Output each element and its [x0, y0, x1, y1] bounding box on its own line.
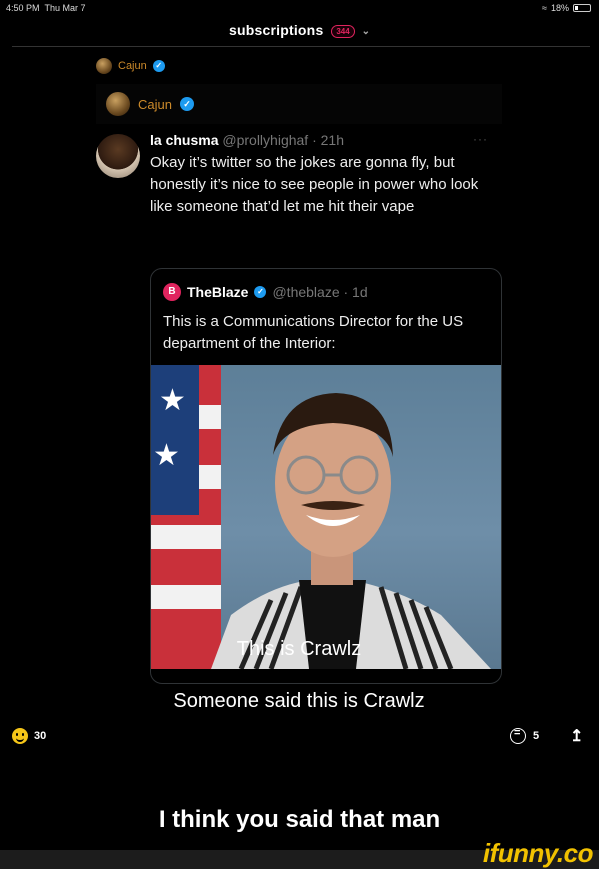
chevron-down-icon[interactable]: ⌄: [362, 26, 370, 37]
action-bar: 30 5 ↥: [0, 726, 599, 750]
tweet-handle: @prollyhighaf · 21h: [222, 132, 344, 148]
smile-icon[interactable]: [12, 728, 28, 744]
theblaze-logo-icon: B: [163, 283, 181, 301]
share-icon[interactable]: ↥: [570, 726, 583, 746]
embedded-author: Cajun ✓: [96, 84, 502, 124]
verified-icon: ✓: [254, 286, 267, 298]
caption-line-2: Someone said this is Crawlz: [173, 690, 425, 712]
quote-handle: @theblaze · 1d: [272, 284, 368, 300]
status-time: 4:50 PM Thu Mar 7: [6, 3, 86, 13]
svg-text:★: ★: [159, 383, 186, 418]
comment-count: 5: [533, 730, 540, 742]
caption-line-1: This is Crawlz: [236, 638, 362, 660]
battery-icon: [573, 4, 591, 12]
embedded-author-name: Cajun: [138, 96, 172, 112]
post-image[interactable]: Cajun ✓ la chusma @prollyhighaf · 21h ··…: [96, 84, 502, 724]
embedded-avatar: [106, 92, 130, 116]
tweet-meta: la chusma @prollyhighaf · 21h: [150, 132, 344, 148]
tweet-author-name: la chusma: [150, 132, 219, 148]
meme-caption: I think you said that man: [158, 806, 441, 833]
feed-title: subscriptions: [229, 22, 324, 38]
portrait-illustration: ★ ★: [151, 365, 491, 669]
post-author[interactable]: Cajun ✓: [96, 58, 165, 74]
more-icon: ···: [473, 132, 488, 146]
author-name[interactable]: Cajun: [118, 60, 147, 72]
header-divider: [12, 46, 590, 47]
verified-icon: ✓: [179, 97, 194, 111]
ifunny-watermark: ifunny.co: [482, 838, 594, 868]
battery-percent: 18%: [550, 3, 569, 13]
quoted-tweet: B TheBlaze ✓ @theblaze · 1d This is a Co…: [150, 268, 502, 684]
portrait-photo: ★ ★: [151, 365, 501, 669]
status-bar: 4:50 PM Thu Mar 7 ≈ 18%: [0, 0, 599, 16]
quote-text: This is a Communications Director for th…: [163, 313, 464, 352]
tweet-text: Okay it’s twitter so the jokes are gonna…: [150, 154, 479, 215]
status-right: ≈ 18%: [542, 3, 591, 13]
smile-count: 30: [34, 730, 47, 742]
tweet-avatar: [96, 134, 140, 178]
subscription-count-badge: 344: [331, 24, 355, 38]
quote-meta: B TheBlaze ✓ @theblaze · 1d: [163, 283, 368, 301]
wifi-icon: ≈: [542, 3, 547, 13]
comment-icon[interactable]: [510, 727, 526, 744]
verified-icon: ✓: [152, 60, 165, 72]
quote-author-name: TheBlaze: [187, 284, 249, 300]
svg-text:★: ★: [153, 438, 180, 473]
feed-header[interactable]: subscriptions 344 ⌄: [0, 22, 599, 38]
author-avatar[interactable]: [96, 58, 112, 74]
